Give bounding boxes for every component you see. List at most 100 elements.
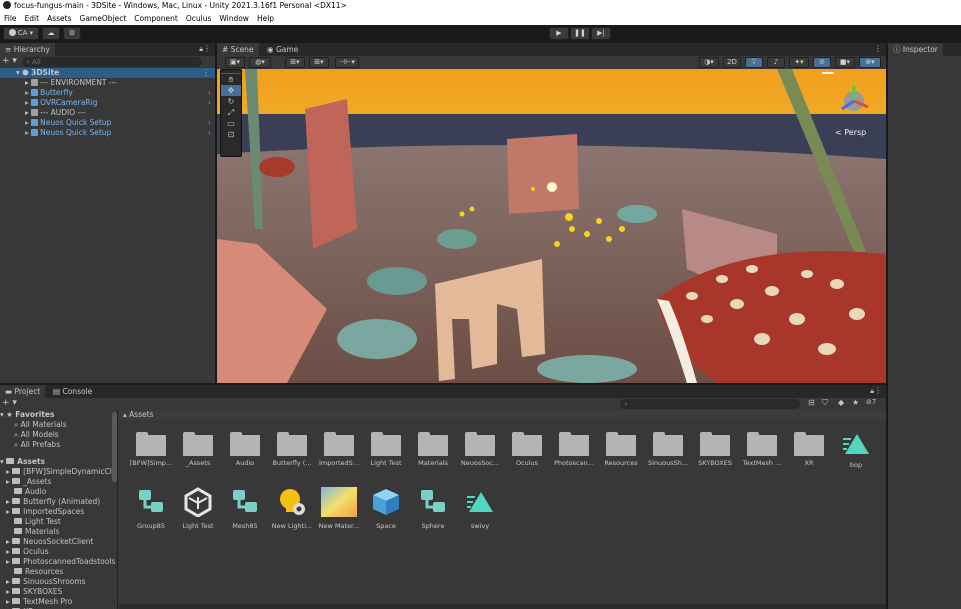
- hand-tool-icon[interactable]: ✋︎: [221, 74, 241, 85]
- tab-game[interactable]: ◉ Game: [262, 43, 303, 56]
- create-button[interactable]: + ▾: [2, 398, 17, 408]
- asset-folder[interactable]: Photoscan...: [551, 432, 597, 467]
- draw-mode-button[interactable]: ▣▾: [225, 57, 245, 68]
- menu-component[interactable]: Component: [130, 12, 182, 25]
- tree-folder[interactable]: Audio: [14, 487, 46, 497]
- transform-tool-icon[interactable]: ⊡: [221, 129, 241, 140]
- asset-folder[interactable]: Light Test: [363, 432, 409, 467]
- menu-window[interactable]: Window: [215, 12, 253, 25]
- hierarchy-search-input[interactable]: ⌕ All: [22, 57, 202, 67]
- tree-folder[interactable]: Resources: [14, 567, 63, 577]
- hierarchy-row[interactable]: ▸ Butterfly ›: [0, 88, 215, 98]
- toggle-2d-button[interactable]: 2D: [723, 57, 741, 68]
- breadcrumb-assets[interactable]: Assets: [129, 410, 153, 419]
- tree-folder[interactable]: ▸ SinuousShrooms: [6, 577, 86, 587]
- chevron-right-icon[interactable]: ›: [208, 118, 211, 128]
- tree-folder[interactable]: ▸ TextMesh Pro: [6, 597, 72, 607]
- asset-prefab[interactable]: Space: [363, 487, 409, 530]
- menu-assets[interactable]: Assets: [43, 12, 75, 25]
- assets-root[interactable]: ▾ Assets: [0, 457, 45, 467]
- tree-folder[interactable]: Materials: [14, 527, 59, 537]
- asset-folder[interactable]: SinuousSh...: [645, 432, 691, 467]
- favorite-item[interactable]: ⌕ All Models: [14, 430, 59, 440]
- tree-folder[interactable]: ▸ PhotoscannedToadstools: [6, 557, 115, 567]
- menu-file[interactable]: File: [0, 12, 21, 25]
- gizmo-handle[interactable]: [822, 72, 834, 74]
- hierarchy-row[interactable]: ▸ --- AUDIO ---: [0, 108, 215, 118]
- menu-help[interactable]: Help: [253, 12, 278, 25]
- account-button[interactable]: CA ▾: [3, 27, 39, 40]
- play-button[interactable]: ▶: [549, 27, 569, 40]
- cloud-button[interactable]: ☁: [42, 27, 60, 40]
- chevron-right-icon[interactable]: ›: [208, 88, 211, 98]
- pause-button[interactable]: ❚❚: [570, 27, 590, 40]
- asset-folder[interactable]: [BFW]Simp...: [128, 432, 174, 467]
- asset-folder[interactable]: Butterfly (...: [269, 432, 315, 467]
- projection-label[interactable]: < Persp: [835, 128, 866, 137]
- hierarchy-row[interactable]: ▸ Neuos Quick Setup ›: [0, 118, 215, 128]
- snap-increment-button[interactable]: ⊣⊢▾: [335, 57, 359, 68]
- chevron-right-icon[interactable]: ›: [208, 98, 211, 108]
- tab-inspector[interactable]: ⓘ Inspector: [888, 43, 943, 56]
- shading-mode-button[interactable]: ◑▾: [699, 57, 719, 68]
- hidden-packages-toggle[interactable]: ⊘7: [866, 398, 876, 406]
- asset-folder[interactable]: NeuosSoc...: [457, 432, 503, 467]
- lighting-toggle-button[interactable]: 💡︎: [745, 57, 763, 68]
- project-search-input[interactable]: ⌕: [620, 399, 800, 409]
- asset-folder[interactable]: ImportedS...: [316, 432, 362, 467]
- hierarchy-row[interactable]: ▸ Neuos Quick Setup ›: [0, 128, 215, 138]
- asset-shader[interactable]: bop: [833, 432, 879, 469]
- kebab-menu-icon[interactable]: ⋮: [874, 44, 882, 53]
- asset-folder[interactable]: SKYBOXES: [692, 432, 738, 467]
- tree-scrollbar[interactable]: [112, 412, 117, 482]
- asset-prefab[interactable]: Mesh85: [222, 487, 268, 530]
- collab-button[interactable]: ⚙: [63, 27, 81, 40]
- asset-folder[interactable]: _Assets: [175, 432, 221, 467]
- asset-folder[interactable]: XR: [786, 432, 832, 467]
- scale-tool-icon[interactable]: ⤢: [221, 107, 241, 118]
- grid-button[interactable]: ⊞▾: [309, 57, 329, 68]
- asset-folder[interactable]: Audio: [222, 432, 268, 467]
- menu-gameobject[interactable]: GameObject: [76, 12, 131, 25]
- add-button[interactable]: + ▾: [2, 56, 17, 66]
- global-toggle-button[interactable]: ◍▾: [249, 57, 271, 68]
- effects-button[interactable]: ✦▾: [789, 57, 809, 68]
- rotate-tool-icon[interactable]: ↻: [221, 96, 241, 107]
- tab-project[interactable]: ▬ Project: [0, 385, 46, 398]
- chevron-right-icon[interactable]: ›: [208, 128, 211, 138]
- asset-folder[interactable]: Oculus: [504, 432, 550, 467]
- tree-folder[interactable]: ▸ SKYBOXES: [6, 587, 62, 597]
- favorite-item[interactable]: ⌕ All Materials: [14, 420, 67, 430]
- kebab-menu-icon[interactable]: ⋮: [203, 68, 211, 78]
- tag-icon[interactable]: ◆: [838, 398, 844, 407]
- asset-prefab[interactable]: Sphere: [410, 487, 456, 530]
- asset-scene[interactable]: Light Test: [175, 487, 221, 530]
- asset-material[interactable]: New Mater...: [316, 487, 362, 530]
- favorites-header[interactable]: ▾ ★ Favorites: [0, 410, 54, 420]
- search-by-type-icon[interactable]: ⊟: [808, 398, 815, 407]
- asset-shader[interactable]: swivy: [457, 487, 503, 530]
- rect-tool-icon[interactable]: ▭: [221, 118, 241, 129]
- grid-snap-button[interactable]: ⊞▾: [285, 57, 305, 68]
- hidden-objects-button[interactable]: ⊘: [813, 57, 831, 68]
- hierarchy-row[interactable]: ▸ OVRCameraRig ›: [0, 98, 215, 108]
- scene-viewport[interactable]: < Persp ✋︎ ✥ ↻ ⤢ ▭ ⊡: [217, 69, 886, 383]
- asset-folder[interactable]: Resources: [598, 432, 644, 467]
- hierarchy-row[interactable]: ▸ --- ENVIRONMENT ---: [0, 78, 215, 88]
- tab-scene[interactable]: # Scene: [217, 43, 259, 56]
- kebab-menu-icon[interactable]: ⋮: [203, 44, 211, 53]
- gizmos-button[interactable]: ⊕▾: [859, 57, 881, 68]
- tree-folder[interactable]: ▸ [BFW]SimpleDynamicClou: [6, 467, 117, 477]
- tree-folder[interactable]: ▸ Butterfly (Animated): [6, 497, 100, 507]
- asset-lighting-settings[interactable]: New Lighti...: [269, 487, 315, 530]
- tree-folder[interactable]: ▸ Oculus: [6, 547, 49, 557]
- tab-hierarchy[interactable]: ≡ Hierarchy: [0, 43, 55, 56]
- favorite-item[interactable]: ⌕ All Prefabs: [14, 440, 60, 450]
- tree-folder[interactable]: ▸ _Assets: [6, 477, 51, 487]
- asset-folder[interactable]: TextMesh ...: [739, 432, 785, 467]
- menu-edit[interactable]: Edit: [21, 12, 44, 25]
- scene-row[interactable]: ▾ ⬢ 3DSite ⋮: [0, 68, 215, 78]
- tree-folder[interactable]: ▸ NeuosSocketClient: [6, 537, 93, 547]
- camera-button[interactable]: ■▾: [835, 57, 855, 68]
- kebab-menu-icon[interactable]: ⋮: [874, 386, 882, 395]
